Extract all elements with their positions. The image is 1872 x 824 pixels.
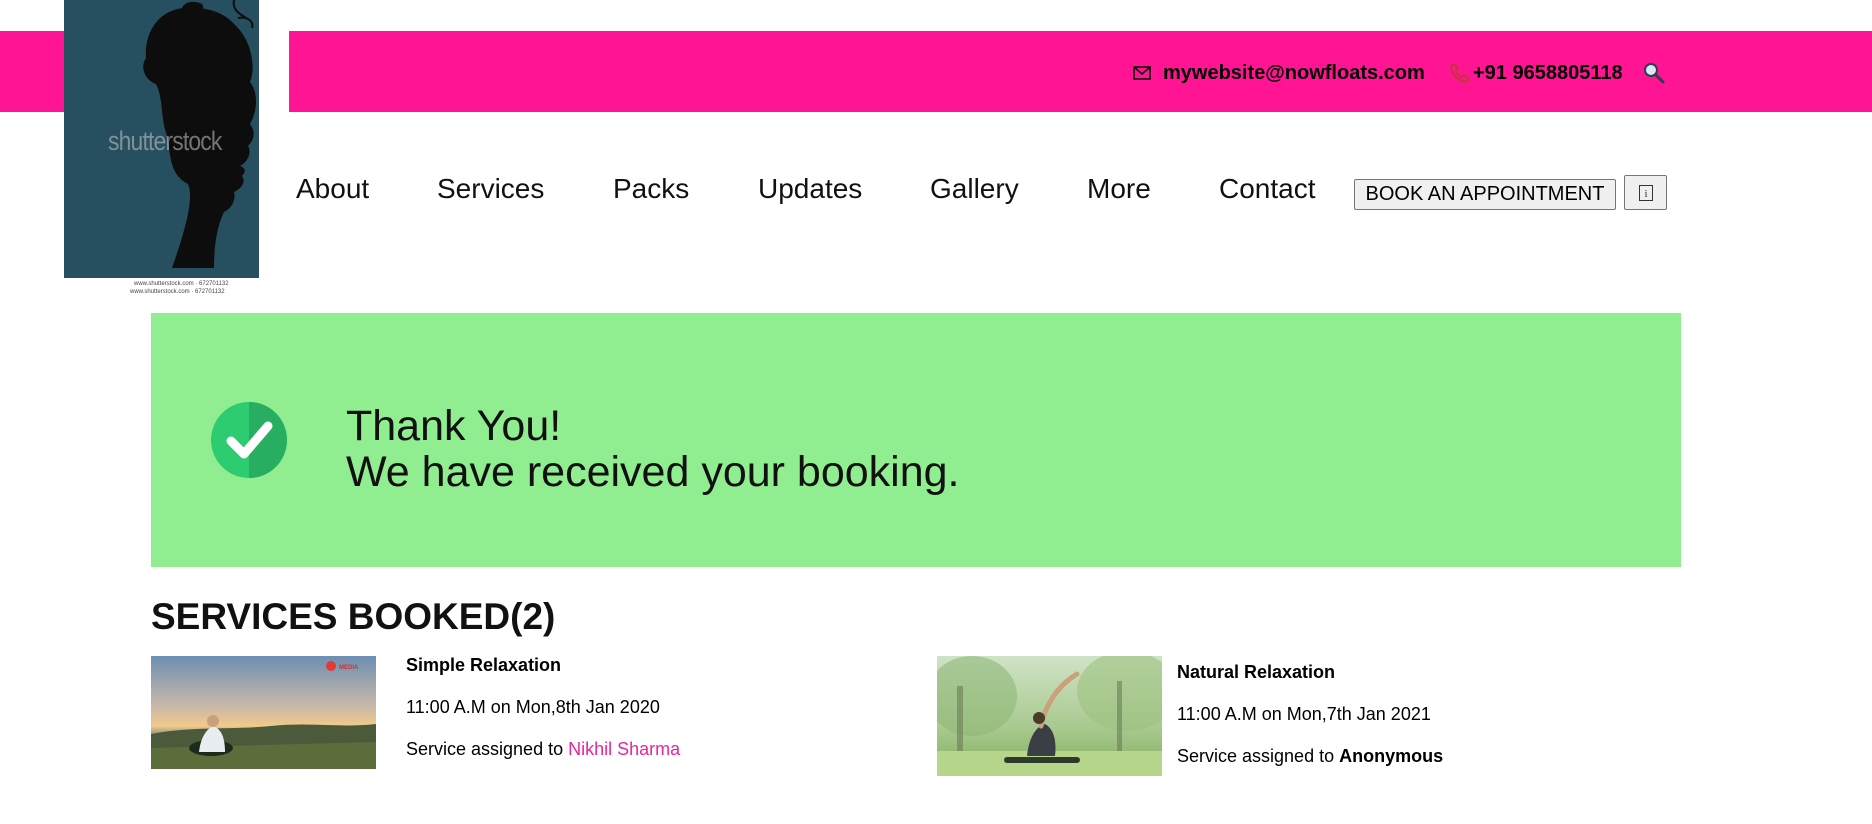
logo-caption-2: www.shutterstock.com · 672701132 [130,289,225,295]
email-contact[interactable]: mywebsite@nowfloats.com [1133,58,1425,88]
nav-gallery[interactable]: Gallery [930,173,1019,205]
service-time: 11:00 A.M on Mon,8th Jan 2020 [406,697,660,717]
confirmation-message: Thank You! We have received your booking… [346,403,960,495]
site-logo[interactable]: shutterstock www.shutterstock.com · 6727… [64,0,264,300]
services-booked-heading: SERVICES BOOKED(2) [151,596,556,637]
phone-contact[interactable]: +91 9658805118 [1449,58,1623,88]
service-image-natural-relaxation [937,656,1162,776]
booking-confirmation-banner: Thank You! We have received your booking… [151,313,1681,567]
nav-updates[interactable]: Updates [758,173,862,205]
envelope-icon [1133,66,1151,80]
confirmation-subtitle: We have received your booking. [346,448,960,496]
nav-contact[interactable]: Contact [1219,173,1316,205]
email-text[interactable]: mywebsite@nowfloats.com [1163,62,1425,85]
service-time: 11:00 A.M on Mon,7th Jan 2021 [1177,704,1431,724]
assignee-link[interactable]: Nikhil Sharma [568,739,680,759]
search-icon[interactable] [1642,61,1666,85]
logo-watermark: shutterstock [108,126,222,156]
nav-more[interactable]: More [1087,173,1151,205]
service-name: Simple Relaxation [406,655,562,675]
phone-icon [1449,62,1471,84]
assigned-to-label: Service assigned to [1177,746,1340,766]
logo-caption-1: www.shutterstock.com · 672701132 [134,281,229,287]
nav-packs[interactable]: Packs [613,173,689,205]
svg-text:MEDIA: MEDIA [339,665,359,671]
service-image-simple-relaxation: MEDIA [151,656,376,769]
service-assignment: Service assigned to Anonymous [1177,746,1443,767]
info-icon: i [1638,184,1653,201]
service-assignment: Service assigned to Nikhil Sharma [406,739,680,760]
checkmark-icon [211,402,287,478]
book-appointment-button[interactable]: BOOK AN APPOINTMENT [1354,179,1616,210]
assigned-to-label: Service assigned to [406,739,569,759]
confirmation-title: Thank You! [346,402,562,450]
phone-text[interactable]: +91 9658805118 [1473,62,1623,85]
nav-services[interactable]: Services [437,173,544,205]
info-button[interactable]: i [1624,175,1667,210]
svg-text:i: i [1644,188,1647,200]
assignee-name: Anonymous [1339,746,1444,766]
nav-about[interactable]: About [296,173,369,205]
service-name: Natural Relaxation [1177,662,1336,682]
search-button[interactable] [1642,58,1666,88]
